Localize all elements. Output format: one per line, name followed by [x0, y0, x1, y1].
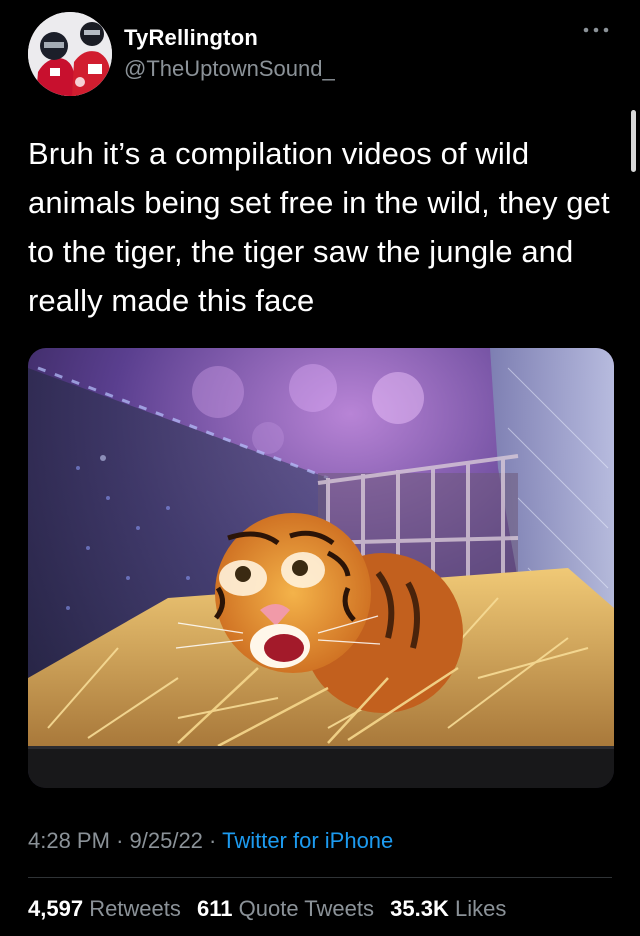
likes-stat[interactable]: 35.3K Likes — [390, 896, 506, 921]
tweet-time[interactable]: 4:28 PM — [28, 828, 110, 853]
engagement-stats: 4,597 Retweets 611 Quote Tweets 35.3K Li… — [28, 896, 516, 922]
user-handle[interactable]: @TheUptownSound_ — [124, 56, 335, 82]
meta-separator: · — [209, 828, 217, 853]
tweet-source-link[interactable]: Twitter for iPhone — [222, 828, 393, 853]
scrollbar[interactable] — [631, 110, 636, 172]
divider — [28, 877, 612, 878]
retweets-count: 4,597 — [28, 896, 84, 921]
quote-tweets-label: Quote Tweets — [238, 896, 374, 921]
more-horizontal-icon[interactable] — [580, 22, 612, 38]
avatar[interactable] — [28, 12, 112, 96]
tweet-text: Bruh it’s a compilation videos of wild a… — [28, 136, 610, 318]
tweet-date[interactable]: 9/25/22 — [130, 828, 203, 853]
retweets-label: Retweets — [89, 896, 181, 921]
quote-tweets-stat[interactable]: 611 Quote Tweets — [197, 896, 374, 921]
meta-separator: · — [116, 828, 124, 853]
likes-count: 35.3K — [390, 896, 449, 921]
quote-tweets-count: 611 — [197, 896, 233, 921]
retweets-stat[interactable]: 4,597 Retweets — [28, 896, 181, 921]
tweet-detail: TyRellington @TheUptownSound_ Bruh it’s … — [0, 0, 640, 936]
likes-label: Likes — [454, 896, 507, 921]
tweet-meta: 4:28 PM · 9/25/22 · Twitter for iPhone — [28, 828, 393, 854]
display-name[interactable]: TyRellington — [124, 25, 258, 51]
tweet-media-photo[interactable] — [28, 348, 614, 788]
